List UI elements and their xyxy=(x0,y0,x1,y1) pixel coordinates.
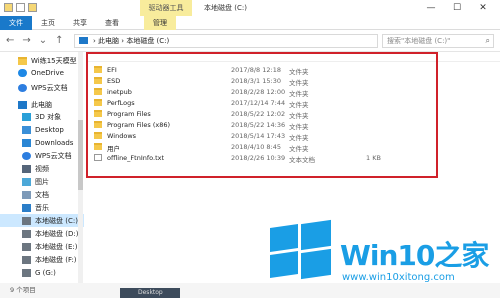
sidebar-item-onedrive[interactable]: OneDrive xyxy=(0,66,84,79)
address-bar-row: ← → ⌄ ↑ › 此电脑 › 本地磁盘 (C:) 搜索"本地磁盘 (C:)" … xyxy=(0,30,500,52)
brand-url: www.win10xitong.com xyxy=(342,272,455,283)
wps-icon xyxy=(18,83,27,92)
taskbar-desktop-label: Desktop xyxy=(138,289,163,296)
address-bar[interactable]: › 此电脑 › 本地磁盘 (C:) xyxy=(74,34,378,48)
sidebar-item-label: 视频 xyxy=(35,164,49,173)
tab-view[interactable]: 查看 xyxy=(96,16,128,30)
sidebar-item-wps-cloud[interactable]: WPS云文档 xyxy=(0,81,84,94)
downloads-icon xyxy=(22,138,31,147)
breadcrumb-sep: › xyxy=(121,37,125,45)
properties-icon[interactable] xyxy=(4,3,13,12)
tab-manage[interactable]: 管理 xyxy=(144,16,176,30)
sidebar-item-label: Wi练15天模型 xyxy=(31,56,77,65)
sidebar-item-label: WPS云文档 xyxy=(35,151,72,160)
item-count: 9 个项目 xyxy=(10,286,36,294)
window-controls: — ☐ ✕ xyxy=(418,0,496,16)
3d-objects-icon xyxy=(22,112,31,121)
sidebar-item-pictures[interactable]: 图片 xyxy=(0,175,84,188)
pc-icon xyxy=(18,100,27,109)
minimize-button[interactable]: — xyxy=(418,0,444,16)
tab-home[interactable]: 主页 xyxy=(32,16,64,30)
maximize-button[interactable]: ☐ xyxy=(444,0,470,16)
sidebar-scrollbar[interactable] xyxy=(78,52,83,283)
annotation-highlight-box xyxy=(86,52,438,178)
brand-name: Win10之家 xyxy=(340,239,489,272)
sidebar-item-label: 本地磁盘 (D:) xyxy=(35,229,79,238)
drive-icon xyxy=(22,216,31,225)
drive-icon xyxy=(22,255,31,264)
new-folder-icon[interactable] xyxy=(16,3,25,12)
wps-icon xyxy=(22,151,31,160)
sidebar-item-3d-objects[interactable]: 3D 对象 xyxy=(0,110,84,123)
sidebar-item-label: 本地磁盘 (C:) xyxy=(35,216,78,225)
document-icon xyxy=(22,190,31,199)
sidebar-item-documents[interactable]: 文档 xyxy=(0,188,84,201)
breadcrumb-this-pc[interactable]: 此电脑 xyxy=(98,37,119,45)
music-icon xyxy=(22,203,31,212)
back-arrow-icon[interactable]: ← xyxy=(6,35,14,46)
picture-icon xyxy=(22,177,31,186)
breadcrumb-local-disk-c[interactable]: 本地磁盘 (C:) xyxy=(126,37,169,45)
drive-icon xyxy=(22,268,31,277)
sidebar-item-label: G (G:) xyxy=(35,268,56,277)
sidebar-item-drive-d[interactable]: 本地磁盘 (D:) xyxy=(0,227,84,240)
sidebar-item-label: 3D 对象 xyxy=(35,112,62,121)
tab-share[interactable]: 共享 xyxy=(64,16,96,30)
sidebar-item-wps-cloud-2[interactable]: WPS云文档 xyxy=(0,149,84,162)
sidebar-item-drive-e[interactable]: 本地磁盘 (E:) xyxy=(0,240,84,253)
drive-icon xyxy=(22,242,31,251)
pc-icon xyxy=(79,37,88,44)
search-input[interactable]: 搜索"本地磁盘 (C:)" ⌕ xyxy=(382,34,494,48)
ribbon-tabs: 文件 主页 共享 查看 管理 xyxy=(0,16,500,30)
breadcrumb-sep: › xyxy=(93,37,96,45)
sidebar-item-label: Desktop xyxy=(35,125,64,134)
context-tab-drive-tools[interactable]: 驱动器工具 xyxy=(140,0,192,16)
search-icon: ⌕ xyxy=(485,36,490,45)
video-icon xyxy=(22,164,31,173)
sidebar-item-downloads[interactable]: Downloads xyxy=(0,136,84,149)
sidebar-item-label: 文档 xyxy=(35,190,49,199)
sidebar-item-label: WPS云文档 xyxy=(31,83,68,92)
sidebar-item-label: 此电脑 xyxy=(31,100,52,109)
forward-arrow-icon[interactable]: → xyxy=(22,35,30,46)
cloud-icon xyxy=(18,68,27,77)
sidebar-item-drive-c[interactable]: 本地磁盘 (C:) xyxy=(0,214,84,227)
search-placeholder: 搜索"本地磁盘 (C:)" xyxy=(387,37,451,45)
title-bar: 驱动器工具 本地磁盘 (C:) — ☐ ✕ xyxy=(0,0,500,16)
close-button[interactable]: ✕ xyxy=(470,0,496,16)
chevron-down-icon[interactable]: ⌄ xyxy=(39,35,47,46)
drive-icon xyxy=(22,229,31,238)
window-title: 本地磁盘 (C:) xyxy=(204,4,247,12)
navigation-buttons: ← → ⌄ ↑ xyxy=(6,35,64,46)
desktop-icon xyxy=(22,125,31,134)
win10-logo-watermark: Win10之家 www.win10xitong.com xyxy=(270,219,500,298)
sidebar-item-label: OneDrive xyxy=(31,68,64,77)
navigation-pane: Wi练15天模型 OneDrive WPS云文档 此电脑 3D 对象 Deskt… xyxy=(0,52,84,283)
up-arrow-icon[interactable]: ↑ xyxy=(55,35,63,46)
sidebar-item-label: 音乐 xyxy=(35,203,49,212)
sidebar-item-label: 本地磁盘 (F:) xyxy=(35,255,77,264)
sidebar-item-desktop[interactable]: Desktop xyxy=(0,123,84,136)
sidebar-item-music[interactable]: 音乐 xyxy=(0,201,84,214)
folder-icon[interactable] xyxy=(28,3,37,12)
scrollbar-thumb[interactable] xyxy=(78,120,83,190)
quick-access-toolbar xyxy=(4,3,37,12)
windows-logo-icon xyxy=(270,219,332,280)
sidebar-item-drive-g[interactable]: G (G:) xyxy=(0,266,84,279)
sidebar-item-drive-f[interactable]: 本地磁盘 (F:) xyxy=(0,253,84,266)
tab-file[interactable]: 文件 xyxy=(0,16,32,30)
sidebar-item-label: 图片 xyxy=(35,177,49,186)
sidebar-item-label: 本地磁盘 (E:) xyxy=(35,242,78,251)
sidebar-item-videos[interactable]: 视频 xyxy=(0,162,84,175)
sidebar-item-label: Downloads xyxy=(35,138,74,147)
folder-icon xyxy=(18,56,27,65)
taskbar-desktop-item[interactable]: Desktop xyxy=(120,288,180,298)
